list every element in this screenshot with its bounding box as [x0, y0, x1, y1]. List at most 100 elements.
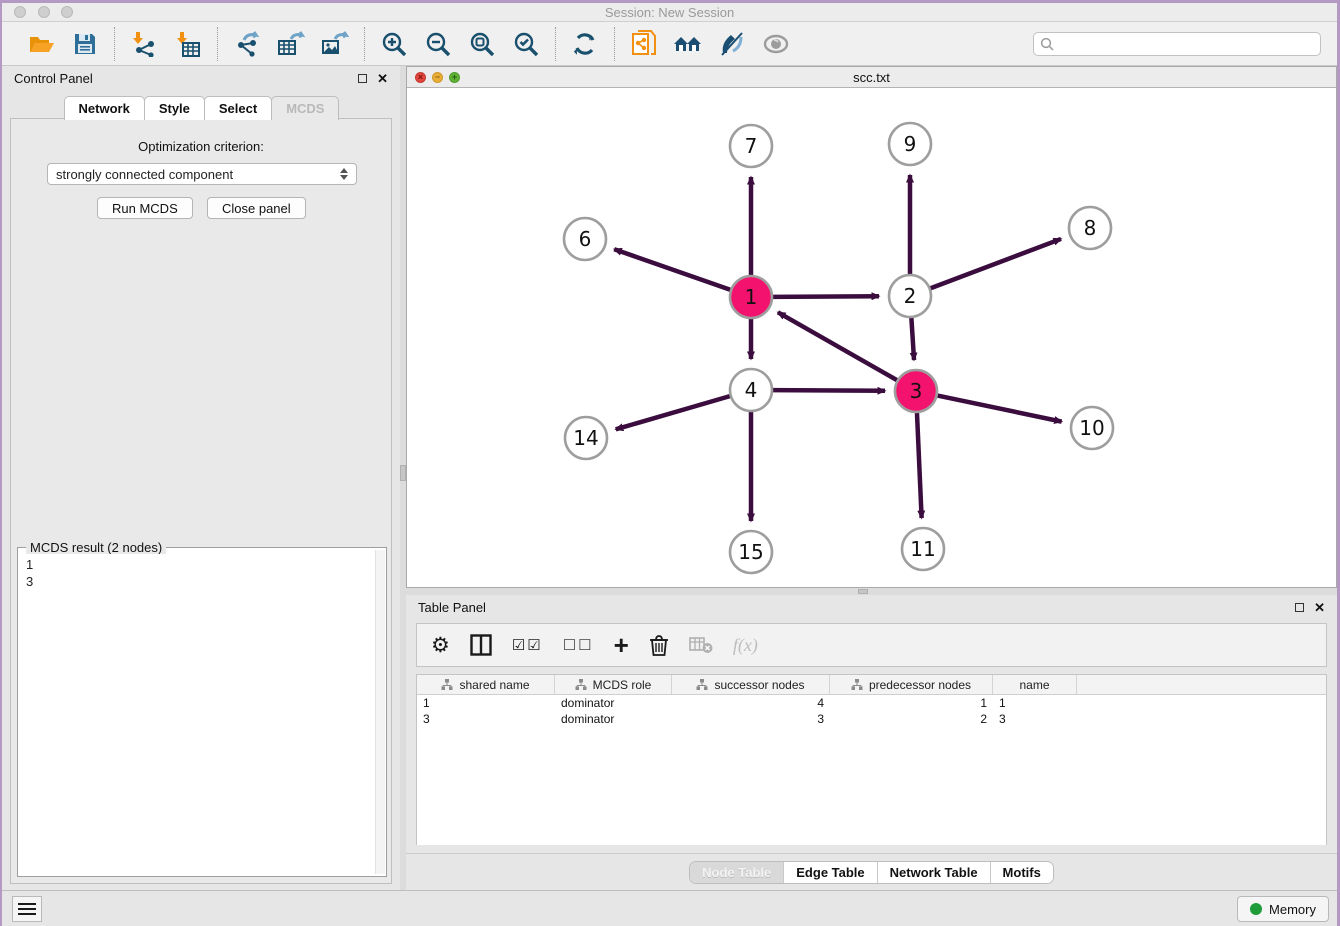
tab-mcds[interactable]: MCDS: [271, 96, 339, 120]
table-header-row: shared name MCDS role successor nodes pr…: [417, 675, 1326, 695]
graph-edge-4-14[interactable]: [616, 396, 730, 429]
tab-edge-table[interactable]: Edge Table: [784, 862, 877, 883]
close-panel-icon[interactable]: ✕: [377, 72, 388, 85]
select-all-columns-icon[interactable]: ☑☑: [512, 636, 543, 654]
column-layout-icon[interactable]: [470, 634, 492, 656]
network-canvas[interactable]: 7968124314101511: [407, 88, 1336, 587]
cell-shared-name[interactable]: 1: [417, 696, 555, 710]
run-mcds-button[interactable]: Run MCDS: [97, 197, 193, 219]
optimization-criterion-label: Optimization criterion:: [11, 139, 391, 154]
cell-mcds-role[interactable]: dominator: [555, 712, 672, 726]
tab-motifs[interactable]: Motifs: [991, 862, 1053, 883]
column-header-shared-name[interactable]: shared name: [417, 675, 555, 694]
horizontal-splitter[interactable]: [406, 588, 1337, 595]
network-close-icon[interactable]: ×: [415, 72, 426, 83]
clone-network-icon[interactable]: [629, 29, 659, 59]
search-icon: [1040, 37, 1054, 51]
graph-edge-3-10[interactable]: [938, 396, 1062, 422]
float-panel-icon[interactable]: [358, 74, 367, 83]
graph-node-label-4: 4: [745, 378, 758, 402]
mcds-result-title: MCDS result (2 nodes): [26, 540, 166, 555]
column-header-name[interactable]: name: [993, 675, 1077, 694]
table-panel: Table Panel ✕ ⚙ ☑☑ ☐☐ + f(x) shared name: [406, 595, 1337, 890]
graph-edge-3-1[interactable]: [778, 312, 897, 380]
table-row[interactable]: 3 dominator 3 2 3: [417, 711, 1326, 727]
graph-edge-4-3[interactable]: [773, 390, 885, 391]
mcds-result-text[interactable]: 1 3: [20, 554, 374, 874]
cell-successor-nodes[interactable]: 3: [672, 712, 830, 726]
hide-style-icon[interactable]: [717, 29, 747, 59]
table-row[interactable]: 1 dominator 4 1 1: [417, 695, 1326, 711]
add-column-icon[interactable]: +: [614, 630, 629, 661]
close-window-icon[interactable]: [14, 6, 26, 18]
result-scrollbar[interactable]: [375, 550, 385, 874]
graph-node-label-10: 10: [1079, 416, 1104, 440]
show-networks-icon[interactable]: [673, 29, 703, 59]
graph-edge-1-2[interactable]: [773, 296, 879, 297]
graph-node-label-1: 1: [745, 285, 758, 309]
cell-predecessor-nodes[interactable]: 2: [830, 712, 993, 726]
search-box[interactable]: [1033, 32, 1321, 56]
memory-button[interactable]: Memory: [1237, 896, 1329, 922]
export-table-icon[interactable]: [276, 29, 306, 59]
deselect-all-columns-icon[interactable]: ☐☐: [563, 636, 594, 654]
divider: [406, 853, 1337, 854]
column-header-predecessor-nodes[interactable]: predecessor nodes: [830, 675, 993, 694]
cell-predecessor-nodes[interactable]: 1: [830, 696, 993, 710]
graph-node-label-2: 2: [904, 284, 917, 308]
cell-shared-name[interactable]: 3: [417, 712, 555, 726]
result-line: 3: [26, 573, 368, 590]
zoom-fit-icon[interactable]: [467, 29, 497, 59]
toggle-visibility-icon[interactable]: [761, 29, 791, 59]
apply-layout-icon[interactable]: [570, 29, 600, 59]
tab-node-table[interactable]: Node Table: [690, 862, 784, 883]
cell-name[interactable]: 3: [993, 712, 1077, 726]
graph-node-label-8: 8: [1084, 216, 1097, 240]
graph-node-label-7: 7: [745, 134, 758, 158]
export-image-icon[interactable]: [320, 29, 350, 59]
task-history-button[interactable]: [12, 896, 42, 922]
app-title: Session: New Session: [2, 3, 1337, 22]
network-maximize-icon[interactable]: +: [449, 72, 460, 83]
column-header-successor-nodes[interactable]: successor nodes: [672, 675, 830, 694]
tab-style[interactable]: Style: [144, 96, 205, 120]
export-network-icon[interactable]: [232, 29, 262, 59]
graph-edge-2-3[interactable]: [911, 318, 914, 360]
cell-name[interactable]: 1: [993, 696, 1077, 710]
network-minimize-icon[interactable]: −: [432, 72, 443, 83]
close-panel-button[interactable]: Close panel: [207, 197, 306, 219]
zoom-selected-icon[interactable]: [511, 29, 541, 59]
graph-node-label-11: 11: [910, 537, 935, 561]
function-builder-icon[interactable]: f(x): [733, 635, 758, 656]
table-panel-title: Table Panel: [418, 600, 486, 615]
tab-select[interactable]: Select: [204, 96, 272, 120]
import-table-icon[interactable]: [173, 29, 203, 59]
splitter-handle[interactable]: [858, 589, 868, 594]
zoom-window-icon[interactable]: [61, 6, 73, 18]
cell-mcds-role[interactable]: dominator: [555, 696, 672, 710]
search-input[interactable]: [1054, 37, 1314, 51]
cell-successor-nodes[interactable]: 4: [672, 696, 830, 710]
zoom-in-icon[interactable]: [379, 29, 409, 59]
open-session-icon[interactable]: [26, 29, 56, 59]
graph-edge-1-6[interactable]: [614, 249, 730, 290]
tab-network[interactable]: Network: [64, 96, 145, 120]
minimize-window-icon[interactable]: [38, 6, 50, 18]
delete-column-icon[interactable]: [649, 634, 669, 656]
column-header-mcds-role[interactable]: MCDS role: [555, 675, 672, 694]
graph-edge-2-8[interactable]: [931, 239, 1061, 288]
criterion-select[interactable]: strongly connected component: [47, 163, 357, 185]
graph-edge-3-11[interactable]: [917, 413, 922, 518]
window-controls[interactable]: [14, 6, 81, 21]
control-panel-title: Control Panel: [14, 71, 93, 86]
app-titlebar: Session: New Session: [2, 3, 1337, 22]
table-settings-icon[interactable]: ⚙: [431, 633, 450, 658]
import-network-icon[interactable]: [129, 29, 159, 59]
zoom-out-icon[interactable]: [423, 29, 453, 59]
save-session-icon[interactable]: [70, 29, 100, 59]
float-panel-icon[interactable]: [1295, 603, 1304, 612]
tab-network-table[interactable]: Network Table: [878, 862, 991, 883]
graph-node-label-14: 14: [573, 426, 598, 450]
close-panel-icon[interactable]: ✕: [1314, 601, 1325, 614]
delete-table-icon[interactable]: [689, 636, 713, 654]
